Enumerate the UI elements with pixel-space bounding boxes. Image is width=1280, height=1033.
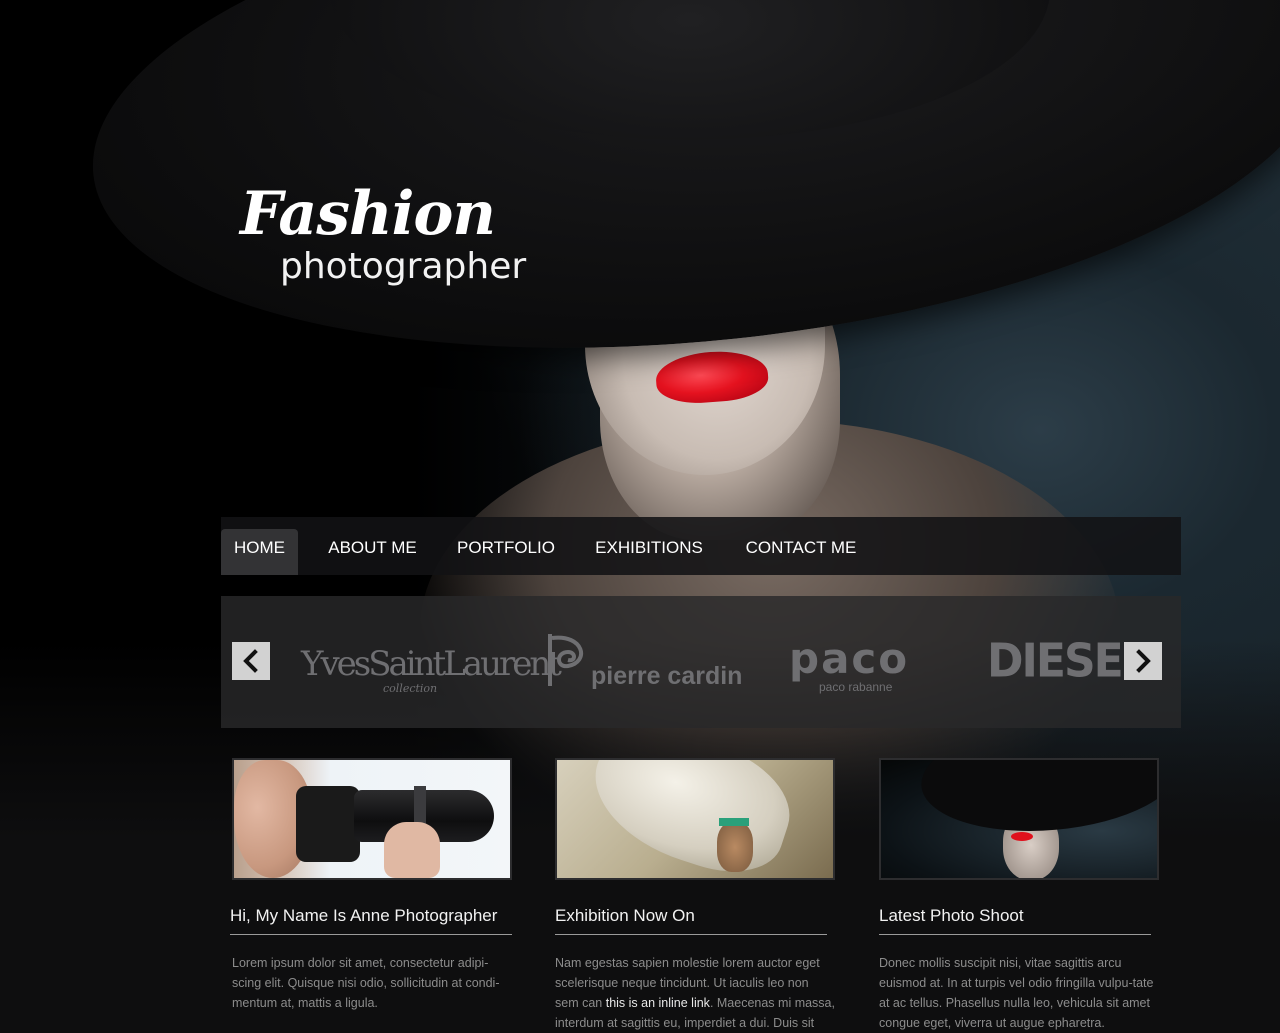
site-logo-title[interactable]: Fashion [240,184,496,244]
pierre-cardin-mark-icon [548,634,584,686]
nav-about-me[interactable]: ABOUT ME [325,517,420,575]
brand-logo-ysl[interactable]: YvesSaintLaurent [301,644,562,684]
feature-column-photo-shoot: Latest Photo Shoot Donec mollis suscipit… [879,758,1159,1033]
brand-logo-pierre-cardin[interactable]: pierre cardin [591,662,742,691]
nav-contact-me[interactable]: CONTACT ME [745,517,857,575]
brand-logo-ysl-sub: collection [383,682,438,695]
site-logo-subtitle: photographer [280,246,527,287]
brand-logo-paco[interactable]: paco [789,638,909,680]
thumb-headband [719,818,749,826]
brand-carousel: YvesSaintLaurent collection pierre cardi… [221,596,1181,728]
column-title[interactable]: Hi, My Name Is Anne Photographer [230,906,512,935]
feature-column-exhibition: Exhibition Now On Nam egestas sapien mol… [555,758,835,1033]
thumb-head [717,822,753,872]
photo-shoot-thumbnail[interactable] [879,758,1159,880]
main-navigation: HOME ABOUT ME PORTFOLIO EXHIBITIONS CONT… [221,517,1181,575]
column-text: Donec mollis suscipit nisi, vitae sagitt… [879,956,1154,1030]
brand-logo-paco-sub: paco rabanne [819,680,893,694]
thumb-hand [384,822,440,878]
carousel-next-button[interactable] [1124,642,1162,680]
column-title[interactable]: Latest Photo Shoot [879,906,1151,935]
nav-portfolio[interactable]: PORTFOLIO [457,517,555,575]
chevron-right-icon [1136,649,1151,673]
feature-column-about: Hi, My Name Is Anne Photographer Lorem i… [230,758,512,1013]
exhibition-thumbnail[interactable] [555,758,835,880]
chevron-left-icon [243,649,258,673]
column-text: Lorem ipsum dolor sit amet, consectetur … [232,956,500,1010]
nav-home[interactable]: HOME [221,529,298,575]
camera-body [296,786,360,862]
column-text: Nam egestas sapien molestie lorem auctor… [555,953,835,1033]
thumb-hat-brim [916,760,1157,842]
thumb-lily-petal [577,760,805,878]
carousel-prev-button[interactable] [232,642,270,680]
column-title[interactable]: Exhibition Now On [555,906,827,935]
nav-exhibitions[interactable]: EXHIBITIONS [593,517,705,575]
photographer-thumbnail[interactable] [232,758,512,880]
thumb-lips [1011,832,1033,841]
inline-link[interactable]: this is an inline link [606,996,710,1010]
